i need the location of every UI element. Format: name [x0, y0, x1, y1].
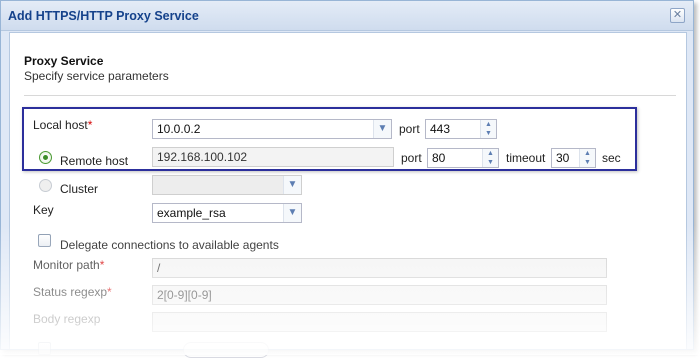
body-regexp-field[interactable] — [152, 312, 607, 332]
status-regexp-value: 2[0-9][0-9] — [157, 288, 212, 302]
monitor-path-value: / — [157, 261, 161, 275]
cluster-combo[interactable]: ▼ — [152, 175, 302, 195]
status-regexp-field[interactable]: 2[0-9][0-9] — [152, 285, 607, 305]
chevron-down-icon[interactable]: ▼ — [283, 204, 301, 222]
delegate-label: Delegate connections to available agents — [60, 238, 279, 252]
key-label: Key — [33, 203, 54, 217]
cluster-label: Cluster — [60, 182, 99, 196]
status-regexp-label: Status regexp* — [33, 285, 112, 299]
partial-control[interactable] — [183, 342, 269, 358]
cluster-radio[interactable] — [39, 179, 52, 192]
partial-checkbox[interactable] — [38, 342, 51, 355]
body-regexp-label: Body regexp — [33, 312, 101, 326]
key-value: example_rsa — [157, 206, 226, 220]
monitor-path-label: Monitor path* — [33, 258, 105, 272]
section-subtitle: Specify service parameters — [24, 69, 169, 83]
monitor-path-field[interactable]: / — [152, 258, 607, 278]
key-combo[interactable]: example_rsa ▼ — [152, 203, 302, 223]
chevron-down-icon[interactable]: ▼ — [283, 176, 301, 194]
section-divider — [24, 95, 676, 96]
dialog-title: Add HTTPS/HTTP Proxy Service — [8, 9, 199, 23]
highlight-frame — [22, 107, 637, 171]
section-title: Proxy Service — [24, 54, 104, 68]
close-icon[interactable]: ✕ — [670, 8, 685, 23]
dialog-titlebar[interactable]: Add HTTPS/HTTP Proxy Service ✕ — [1, 1, 693, 31]
delegate-checkbox[interactable] — [38, 234, 51, 247]
